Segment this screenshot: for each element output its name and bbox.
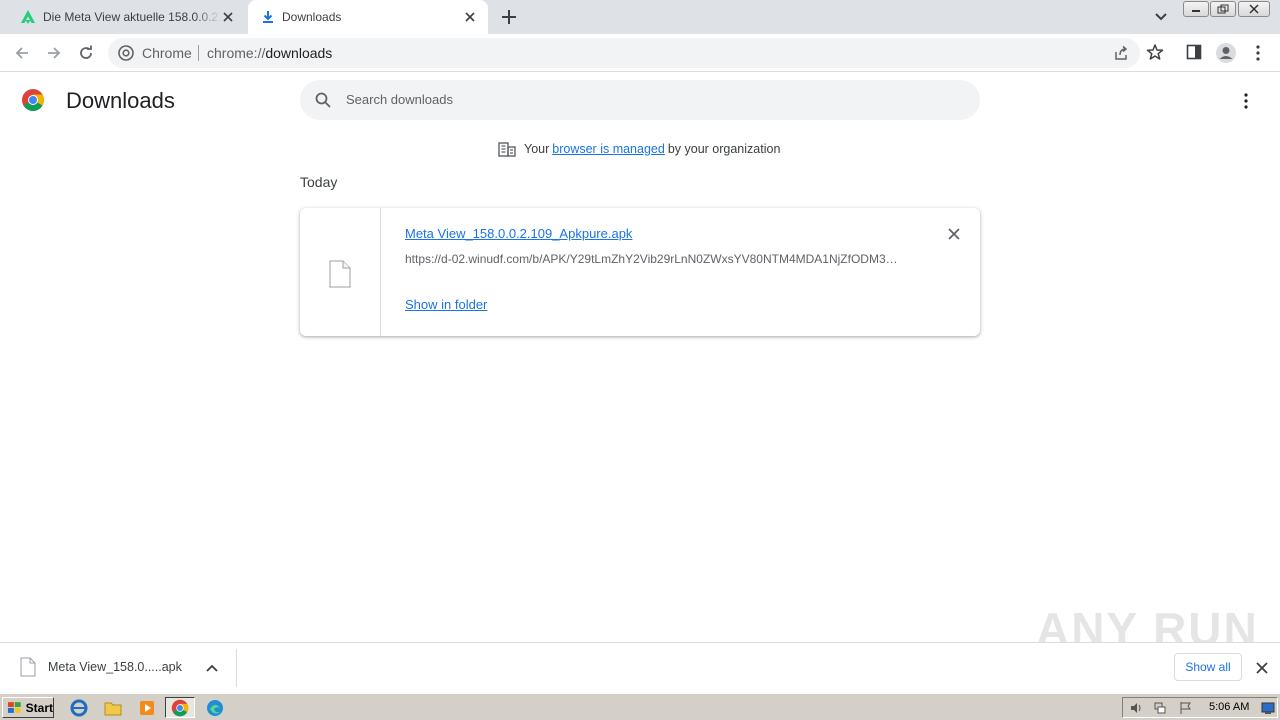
- flag-icon[interactable]: [1179, 701, 1193, 715]
- section-heading: Today: [300, 174, 338, 190]
- edge-icon[interactable]: [200, 697, 230, 718]
- apkpure-icon: [21, 10, 35, 24]
- profile-avatar-icon[interactable]: [1215, 42, 1237, 64]
- shelf-separator: [236, 649, 237, 687]
- minimize-button[interactable]: [1183, 1, 1209, 17]
- managed-prefix: Your: [524, 142, 550, 156]
- card-divider: [380, 208, 381, 336]
- url-scheme: chrome://: [207, 45, 266, 61]
- toolbar: Chrome chrome://downloads: [0, 34, 1280, 72]
- url-host: downloads: [265, 45, 333, 61]
- network-icon[interactable]: [1153, 701, 1167, 715]
- reload-button[interactable]: [76, 43, 96, 63]
- download-shelf: Meta View_158.0.....apk Show all: [0, 642, 1280, 693]
- restore-button[interactable]: [1210, 1, 1236, 17]
- close-icon[interactable]: [220, 9, 236, 25]
- ie-icon[interactable]: [64, 697, 94, 718]
- tab-title: Die Meta View aktuelle 158.0.0.2.109 APK…: [43, 10, 221, 24]
- managed-notice: Your browser is managed by your organiza…: [498, 141, 780, 157]
- arrow-left-icon: [15, 47, 28, 59]
- omnibox-chip: Chrome: [142, 45, 192, 61]
- tab-strip: Die Meta View aktuelle 158.0.0.2.109 APK…: [0, 0, 1280, 34]
- share-icon[interactable]: [1113, 45, 1129, 61]
- building-icon: [498, 142, 516, 157]
- new-tab-icon[interactable]: [500, 8, 518, 26]
- side-panel-icon[interactable]: [1186, 44, 1202, 60]
- chrome-taskbar-icon[interactable]: [165, 697, 195, 718]
- file-icon: [329, 260, 351, 288]
- search-placeholder: Search downloads: [346, 92, 453, 107]
- tab-meta-view[interactable]: Die Meta View aktuelle 158.0.0.2.109 APK…: [8, 0, 246, 34]
- download-card: Meta View_158.0.0.2.109_Apkpure.apk http…: [300, 208, 980, 336]
- close-icon[interactable]: [462, 9, 478, 25]
- remove-download-icon[interactable]: [946, 226, 962, 242]
- chrome-icon: [118, 45, 134, 61]
- taskbar: Start 5:06 AM: [0, 693, 1280, 720]
- volume-icon[interactable]: [1129, 701, 1143, 715]
- file-icon: [20, 657, 36, 677]
- tab-downloads[interactable]: Downloads: [248, 0, 488, 34]
- show-desktop-icon[interactable]: [1261, 701, 1275, 715]
- close-window-button[interactable]: [1238, 1, 1270, 17]
- managed-link[interactable]: browser is managed: [552, 142, 665, 156]
- url-text: chrome://downloads: [207, 45, 332, 61]
- arrow-right-icon: [48, 47, 61, 59]
- download-icon: [263, 11, 273, 23]
- shelf-item-name[interactable]: Meta View_158.0.....apk: [48, 660, 182, 674]
- start-button[interactable]: Start: [2, 697, 54, 718]
- start-label: Start: [25, 700, 53, 715]
- page-title: Downloads: [66, 88, 175, 113]
- more-actions-icon[interactable]: [1240, 92, 1252, 110]
- show-in-folder-link[interactable]: Show in folder: [405, 297, 487, 312]
- menu-dots-icon[interactable]: [1252, 44, 1264, 62]
- file-url[interactable]: https://d-02.winudf.com/b/APK/Y29tLmZhY2…: [405, 252, 905, 266]
- search-icon: [315, 92, 331, 108]
- omnibox-separator: [198, 45, 199, 61]
- chrome-logo-icon: [22, 89, 44, 111]
- tab-title: Downloads: [282, 10, 342, 24]
- chevron-up-icon[interactable]: [205, 661, 219, 675]
- managed-suffix: by your organization: [667, 142, 781, 156]
- file-name-link[interactable]: Meta View_158.0.0.2.109_Apkpure.apk: [405, 226, 632, 241]
- search-input[interactable]: Search downloads: [300, 80, 980, 120]
- show-all-button[interactable]: Show all: [1174, 653, 1242, 681]
- windows-logo-icon: [7, 701, 21, 713]
- explorer-icon[interactable]: [98, 697, 128, 718]
- address-bar[interactable]: Chrome chrome://downloads: [108, 38, 1140, 68]
- forward-button[interactable]: [44, 43, 64, 63]
- back-button[interactable]: [12, 43, 32, 63]
- media-player-icon[interactable]: [132, 697, 162, 718]
- star-icon[interactable]: [1146, 43, 1164, 61]
- reload-icon: [80, 45, 92, 59]
- close-icon[interactable]: [1255, 661, 1269, 675]
- clock: 5:06 AM: [1209, 701, 1250, 713]
- system-tray: 5:06 AM: [1122, 697, 1278, 718]
- chevron-down-icon[interactable]: [1152, 9, 1170, 25]
